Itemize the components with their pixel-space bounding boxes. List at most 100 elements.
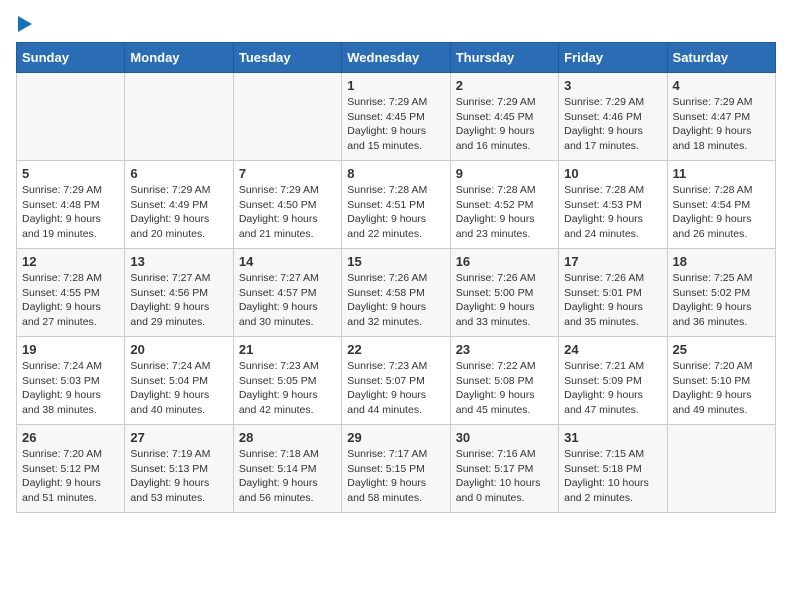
day-number: 22 (347, 342, 444, 357)
calendar-cell: 14 Sunrise: 7:27 AM Sunset: 4:57 PM Dayli… (233, 249, 341, 337)
calendar-week-row: 5 Sunrise: 7:29 AM Sunset: 4:48 PM Daylig… (17, 161, 776, 249)
day-number: 26 (22, 430, 119, 445)
calendar-cell: 3 Sunrise: 7:29 AM Sunset: 4:46 PM Daylig… (559, 73, 667, 161)
calendar-cell: 24Sunrise: 7:21 AM Sunset: 5:09 PM Dayli… (559, 337, 667, 425)
calendar-cell (17, 73, 125, 161)
day-info: Sunrise: 7:18 AM Sunset: 5:14 PM Dayligh… (239, 447, 336, 506)
weekday-header-saturday: Saturday (667, 43, 775, 73)
day-info: Sunrise: 7:29 AM Sunset: 4:50 PM Dayligh… (239, 183, 336, 242)
calendar-cell: 26 Sunrise: 7:20 AM Sunset: 5:12 PM Dayli… (17, 425, 125, 513)
day-info: Sunrise: 7:20 AM Sunset: 5:12 PM Dayligh… (22, 447, 119, 506)
calendar-cell (667, 425, 775, 513)
day-number: 6 (130, 166, 227, 181)
day-number: 11 (673, 166, 770, 181)
weekday-header-wednesday: Wednesday (342, 43, 450, 73)
day-info: Sunrise: 7:26 AM Sunset: 4:58 PM Dayligh… (347, 271, 444, 330)
calendar-cell: 29 Sunrise: 7:17 AM Sunset: 5:15 PM Dayli… (342, 425, 450, 513)
calendar-cell (125, 73, 233, 161)
calendar-cell: 19 Sunrise: 7:24 AM Sunset: 5:03 PM Dayli… (17, 337, 125, 425)
day-number: 18 (673, 254, 770, 269)
calendar-table: SundayMondayTuesdayWednesdayThursdayFrid… (16, 42, 776, 513)
calendar-cell: 1 Sunrise: 7:29 AM Sunset: 4:45 PM Daylig… (342, 73, 450, 161)
day-info: Sunrise: 7:23 AM Sunset: 5:05 PM Dayligh… (239, 359, 336, 418)
calendar-cell: 2Sunrise: 7:29 AM Sunset: 4:45 PM Daylig… (450, 73, 558, 161)
calendar-cell: 28 Sunrise: 7:18 AM Sunset: 5:14 PM Dayli… (233, 425, 341, 513)
calendar-cell: 13 Sunrise: 7:27 AM Sunset: 4:56 PM Dayli… (125, 249, 233, 337)
day-number: 21 (239, 342, 336, 357)
day-info: Sunrise: 7:21 AM Sunset: 5:09 PM Dayligh… (564, 359, 661, 418)
day-info: Sunrise: 7:15 AM Sunset: 5:18 PM Dayligh… (564, 447, 661, 506)
day-number: 17 (564, 254, 661, 269)
day-info: Sunrise: 7:26 AM Sunset: 5:01 PM Dayligh… (564, 271, 661, 330)
day-info: Sunrise: 7:29 AM Sunset: 4:49 PM Dayligh… (130, 183, 227, 242)
day-number: 2 (456, 78, 553, 93)
page-header (16, 16, 776, 32)
calendar-cell: 21 Sunrise: 7:23 AM Sunset: 5:05 PM Dayli… (233, 337, 341, 425)
calendar-week-row: 1 Sunrise: 7:29 AM Sunset: 4:45 PM Daylig… (17, 73, 776, 161)
calendar-cell: 9Sunrise: 7:28 AM Sunset: 4:52 PM Daylig… (450, 161, 558, 249)
calendar-cell: 7 Sunrise: 7:29 AM Sunset: 4:50 PM Daylig… (233, 161, 341, 249)
weekday-header-sunday: Sunday (17, 43, 125, 73)
calendar-cell: 17 Sunrise: 7:26 AM Sunset: 5:01 PM Dayli… (559, 249, 667, 337)
day-number: 4 (673, 78, 770, 93)
day-info: Sunrise: 7:28 AM Sunset: 4:54 PM Dayligh… (673, 183, 770, 242)
day-number: 31 (564, 430, 661, 445)
day-info: Sunrise: 7:27 AM Sunset: 4:56 PM Dayligh… (130, 271, 227, 330)
day-info: Sunrise: 7:28 AM Sunset: 4:51 PM Dayligh… (347, 183, 444, 242)
day-info: Sunrise: 7:22 AM Sunset: 5:08 PM Dayligh… (456, 359, 553, 418)
day-number: 25 (673, 342, 770, 357)
day-number: 8 (347, 166, 444, 181)
day-number: 28 (239, 430, 336, 445)
day-info: Sunrise: 7:28 AM Sunset: 4:55 PM Dayligh… (22, 271, 119, 330)
calendar-cell: 4 Sunrise: 7:29 AM Sunset: 4:47 PM Daylig… (667, 73, 775, 161)
calendar-cell: 11 Sunrise: 7:28 AM Sunset: 4:54 PM Dayli… (667, 161, 775, 249)
day-number: 19 (22, 342, 119, 357)
day-info: Sunrise: 7:26 AM Sunset: 5:00 PM Dayligh… (456, 271, 553, 330)
calendar-cell: 31 Sunrise: 7:15 AM Sunset: 5:18 PM Dayli… (559, 425, 667, 513)
day-info: Sunrise: 7:29 AM Sunset: 4:47 PM Dayligh… (673, 95, 770, 154)
day-number: 5 (22, 166, 119, 181)
day-number: 29 (347, 430, 444, 445)
day-info: Sunrise: 7:29 AM Sunset: 4:46 PM Dayligh… (564, 95, 661, 154)
day-number: 10 (564, 166, 661, 181)
day-number: 30 (456, 430, 553, 445)
day-info: Sunrise: 7:16 AM Sunset: 5:17 PM Dayligh… (456, 447, 553, 506)
day-info: Sunrise: 7:29 AM Sunset: 4:45 PM Dayligh… (347, 95, 444, 154)
day-info: Sunrise: 7:24 AM Sunset: 5:03 PM Dayligh… (22, 359, 119, 418)
day-number: 3 (564, 78, 661, 93)
weekday-header-monday: Monday (125, 43, 233, 73)
calendar-cell: 18 Sunrise: 7:25 AM Sunset: 5:02 PM Dayli… (667, 249, 775, 337)
day-number: 12 (22, 254, 119, 269)
day-info: Sunrise: 7:27 AM Sunset: 4:57 PM Dayligh… (239, 271, 336, 330)
day-info: Sunrise: 7:24 AM Sunset: 5:04 PM Dayligh… (130, 359, 227, 418)
day-info: Sunrise: 7:19 AM Sunset: 5:13 PM Dayligh… (130, 447, 227, 506)
calendar-week-row: 26 Sunrise: 7:20 AM Sunset: 5:12 PM Dayli… (17, 425, 776, 513)
day-number: 13 (130, 254, 227, 269)
day-number: 1 (347, 78, 444, 93)
calendar-cell: 12 Sunrise: 7:28 AM Sunset: 4:55 PM Dayli… (17, 249, 125, 337)
calendar-cell: 30 Sunrise: 7:16 AM Sunset: 5:17 PM Dayli… (450, 425, 558, 513)
calendar-cell: 10 Sunrise: 7:28 AM Sunset: 4:53 PM Dayli… (559, 161, 667, 249)
day-info: Sunrise: 7:29 AM Sunset: 4:48 PM Dayligh… (22, 183, 119, 242)
weekday-header-tuesday: Tuesday (233, 43, 341, 73)
day-info: Sunrise: 7:25 AM Sunset: 5:02 PM Dayligh… (673, 271, 770, 330)
day-info: Sunrise: 7:20 AM Sunset: 5:10 PM Dayligh… (673, 359, 770, 418)
calendar-cell: 23Sunrise: 7:22 AM Sunset: 5:08 PM Dayli… (450, 337, 558, 425)
calendar-cell: 6 Sunrise: 7:29 AM Sunset: 4:49 PM Daylig… (125, 161, 233, 249)
day-number: 27 (130, 430, 227, 445)
calendar-cell (233, 73, 341, 161)
calendar-cell: 25 Sunrise: 7:20 AM Sunset: 5:10 PM Dayli… (667, 337, 775, 425)
logo (16, 16, 32, 32)
calendar-cell: 5 Sunrise: 7:29 AM Sunset: 4:48 PM Daylig… (17, 161, 125, 249)
day-number: 14 (239, 254, 336, 269)
logo-arrow-icon (18, 16, 32, 32)
calendar-week-row: 19 Sunrise: 7:24 AM Sunset: 5:03 PM Dayli… (17, 337, 776, 425)
calendar-cell: 22Sunrise: 7:23 AM Sunset: 5:07 PM Dayli… (342, 337, 450, 425)
day-info: Sunrise: 7:28 AM Sunset: 4:53 PM Dayligh… (564, 183, 661, 242)
calendar-cell: 20Sunrise: 7:24 AM Sunset: 5:04 PM Dayli… (125, 337, 233, 425)
weekday-header-row: SundayMondayTuesdayWednesdayThursdayFrid… (17, 43, 776, 73)
day-number: 7 (239, 166, 336, 181)
day-info: Sunrise: 7:17 AM Sunset: 5:15 PM Dayligh… (347, 447, 444, 506)
day-number: 15 (347, 254, 444, 269)
weekday-header-thursday: Thursday (450, 43, 558, 73)
